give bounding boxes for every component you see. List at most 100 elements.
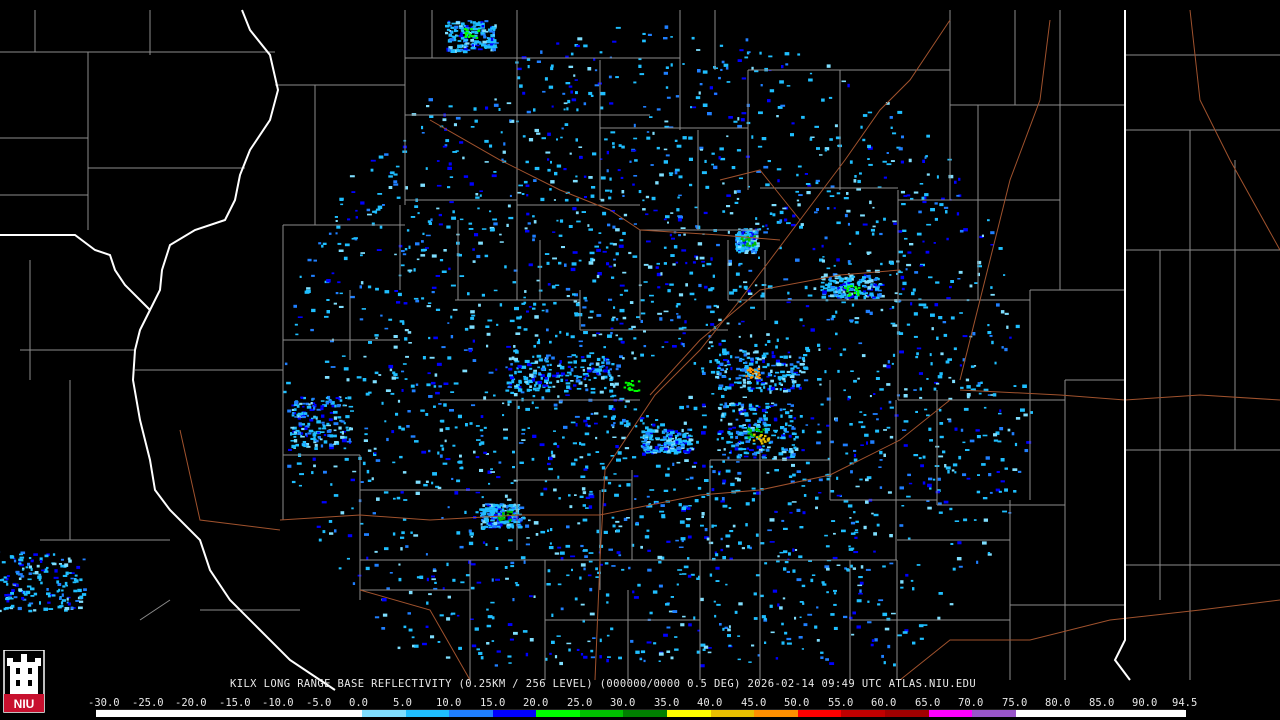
echo-pixel: [475, 456, 480, 459]
echo-pixel: [743, 381, 747, 384]
echo-pixel: [536, 132, 541, 135]
echo-pixel: [584, 196, 587, 199]
echo-pixel: [771, 351, 774, 355]
echo-pixel: [853, 453, 857, 458]
echo-pixel: [529, 638, 534, 642]
echo-pixel: [872, 225, 876, 228]
echo-pixel: [526, 537, 530, 539]
echo-pixel: [846, 279, 850, 282]
echo-pixel: [937, 375, 943, 379]
echo-pixel: [740, 412, 745, 416]
echo-core-pixel: [497, 516, 501, 519]
echo-pixel: [681, 343, 685, 346]
echo-pixel: [414, 440, 419, 443]
echo-pixel: [47, 601, 51, 604]
echo-pixel: [576, 388, 582, 390]
echo-pixel: [789, 363, 794, 366]
echo-pixel: [404, 329, 409, 332]
echo-pixel: [649, 611, 653, 615]
echo-pixel: [868, 274, 871, 278]
echo-pixel: [328, 418, 333, 422]
echo-pixel: [33, 592, 38, 596]
echo-pixel: [557, 475, 560, 479]
echo-pixel: [483, 36, 487, 39]
echo-pixel: [333, 494, 339, 497]
echo-pixel: [990, 286, 993, 289]
echo-pixel: [493, 394, 496, 397]
echo-pixel: [833, 207, 836, 210]
echo-pixel: [451, 612, 456, 615]
echo-pixel: [604, 138, 608, 141]
echo-pixel: [547, 569, 551, 573]
echo-pixel: [498, 461, 502, 464]
echo-pixel: [619, 239, 624, 242]
echo-pixel: [538, 338, 540, 342]
echo-pixel: [591, 186, 596, 189]
echo-pixel: [760, 542, 765, 545]
echo-pixel: [801, 449, 805, 452]
echo-pixel: [950, 543, 954, 545]
echo-pixel: [407, 269, 413, 272]
echo-pixel: [552, 385, 556, 388]
echo-pixel: [725, 583, 728, 586]
echo-pixel: [321, 427, 327, 430]
echo-pixel: [550, 528, 553, 532]
echo-pixel: [465, 574, 470, 577]
echo-pixel: [663, 262, 667, 265]
echo-core-pixel: [470, 28, 473, 31]
echo-pixel: [721, 60, 725, 64]
echo-pixel: [672, 345, 677, 348]
echo-pixel: [881, 654, 884, 658]
echo-pixel: [919, 396, 923, 399]
echo-pixel: [496, 476, 501, 479]
echo-pixel: [833, 592, 837, 595]
echo-pixel: [834, 293, 839, 296]
echo-pixel: [490, 37, 493, 42]
echo-pixel: [618, 484, 622, 487]
echo-pixel: [437, 486, 442, 490]
echo-pixel: [326, 299, 330, 301]
echo-pixel: [901, 287, 905, 291]
echo-pixel: [706, 305, 712, 309]
echo-pixel: [763, 423, 768, 427]
echo-pixel: [560, 136, 563, 139]
echo-pixel: [675, 440, 679, 444]
echo-pixel: [541, 137, 546, 140]
echo-pixel: [517, 370, 522, 373]
echo-pixel: [447, 48, 450, 52]
echo-pixel: [697, 69, 701, 73]
echo-pixel: [709, 86, 713, 90]
echo-pixel: [624, 424, 628, 427]
echo-pixel: [19, 556, 25, 559]
echo-pixel: [938, 592, 943, 595]
echo-pixel: [305, 289, 311, 293]
echo-pixel: [510, 391, 515, 394]
echo-pixel: [802, 511, 806, 515]
echo-pixel: [691, 465, 696, 468]
echo-pixel: [604, 386, 607, 390]
echo-pixel: [18, 588, 23, 592]
echo-pixel: [930, 362, 933, 366]
echo-pixel: [725, 544, 730, 548]
echo-pixel: [344, 243, 350, 247]
echo-pixel: [72, 581, 77, 584]
echo-pixel: [603, 346, 606, 349]
echo-pixel: [725, 469, 731, 473]
echo-pixel: [329, 400, 333, 404]
echo-pixel: [858, 421, 864, 424]
echo-pixel: [6, 583, 9, 586]
echo-pixel: [647, 428, 651, 432]
echo-pixel: [958, 565, 963, 568]
echo-pixel: [1001, 346, 1004, 349]
echo-pixel: [61, 593, 64, 597]
echo-pixel: [617, 451, 622, 455]
echo-pixel: [675, 435, 678, 438]
echo-pixel: [857, 584, 863, 587]
echo-pixel: [795, 373, 801, 376]
echo-pixel: [600, 563, 603, 566]
echo-pixel: [972, 332, 976, 336]
echo-pixel: [523, 180, 528, 184]
echo-pixel: [982, 541, 987, 545]
echo-pixel: [590, 387, 596, 390]
echo-pixel: [974, 282, 978, 284]
